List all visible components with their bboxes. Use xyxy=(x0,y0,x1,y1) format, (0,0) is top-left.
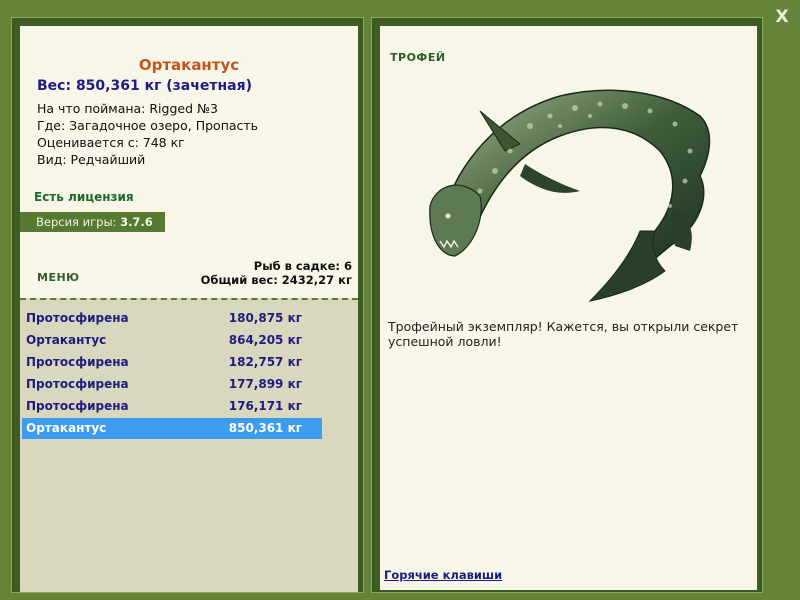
catch-summary: Рыб в садке: 6 Общий вес: 2432,27 кг xyxy=(201,259,352,287)
catch-item-weight: 176,171 кг xyxy=(228,399,302,413)
catch-list-item-selected[interactable]: Ортакантус 850,361 кг xyxy=(22,418,322,439)
trophy-panel: ТРОФЕЙ Трофейный экземпляр! Кажется, вы … xyxy=(371,17,763,593)
fish-valued-from: Оценивается с: 748 кг xyxy=(37,135,185,150)
game-version: Версия игры: 3.7.6 xyxy=(20,212,165,232)
hotkeys-link[interactable]: Горячие клавиши xyxy=(384,568,502,582)
catch-item-weight: 177,899 кг xyxy=(228,377,302,391)
fish-info-content: Ортакантус Вес: 850,361 кг (зачетная) На… xyxy=(20,26,358,592)
fish-location: Где: Загадочное озеро, Пропасть xyxy=(37,118,259,133)
fish-count: Рыб в садке: 6 xyxy=(253,259,352,273)
fish-caught-with: На что поймана: Rigged №3 xyxy=(37,101,218,116)
menu-button[interactable]: МЕНЮ xyxy=(37,271,80,284)
catch-item-name: Протосфирена xyxy=(26,399,129,413)
catch-item-name: Протосфирена xyxy=(26,355,129,369)
catch-item-name: Протосфирена xyxy=(26,311,129,325)
catch-item-name: Ортакантус xyxy=(26,421,107,435)
fish-info-panel: Ортакантус Вес: 850,361 кг (зачетная) На… xyxy=(11,17,364,593)
catch-list-item[interactable]: Протосфирена 177,899 кг xyxy=(22,374,322,395)
catch-list-item[interactable]: Протосфирена 180,875 кг xyxy=(22,308,322,329)
catch-list-item[interactable]: Протосфирена 182,757 кг xyxy=(22,352,322,373)
trophy-content: ТРОФЕЙ Трофейный экземпляр! Кажется, вы … xyxy=(380,26,757,590)
catch-item-weight: 182,757 кг xyxy=(228,355,302,369)
license-status: Есть лицензия xyxy=(34,190,134,204)
fish-illustration xyxy=(429,89,711,302)
close-button[interactable]: X xyxy=(772,6,792,28)
catch-list-item[interactable]: Протосфирена 176,171 кг xyxy=(22,396,322,417)
catch-item-weight: 850,361 кг xyxy=(228,421,302,435)
catch-item-weight: 180,875 кг xyxy=(228,311,302,325)
catch-item-weight: 864,205 кг xyxy=(228,333,302,347)
catch-list-item[interactable]: Ортакантус 864,205 кг xyxy=(22,330,322,351)
fish-weight: Вес: 850,361 кг (зачетная) xyxy=(37,78,252,94)
game-version-label: Версия игры: xyxy=(36,215,117,229)
catch-list: Протосфирена 180,875 кг Ортакантус 864,2… xyxy=(20,298,358,592)
catch-item-name: Ортакантус xyxy=(26,333,107,347)
fish-rarity: Вид: Редчайший xyxy=(37,152,146,167)
game-version-value: 3.7.6 xyxy=(120,215,153,229)
trophy-message: Трофейный экземпляр! Кажется, вы открыли… xyxy=(388,319,739,349)
total-weight: Общий вес: 2432,27 кг xyxy=(200,273,352,287)
catch-item-name: Протосфирена xyxy=(26,377,129,391)
fish-name: Ортакантус xyxy=(138,56,240,74)
